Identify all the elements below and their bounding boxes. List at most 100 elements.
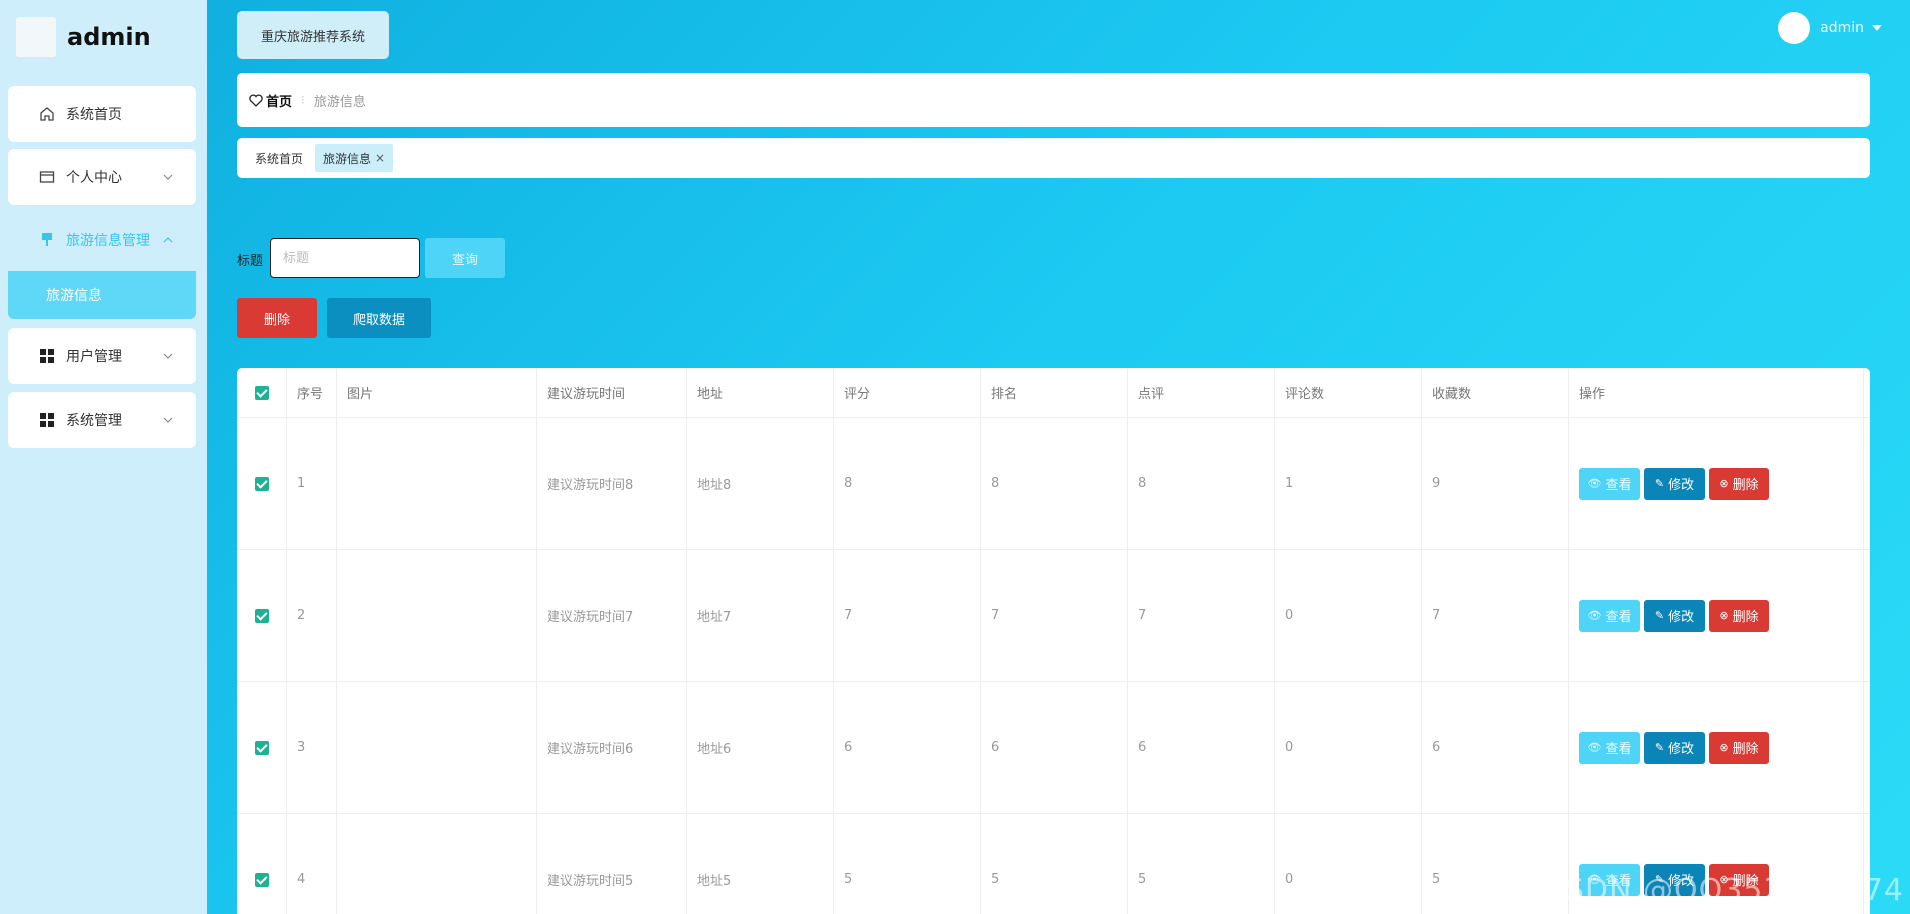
cell-address: 地址7 xyxy=(687,550,834,681)
cell-comments: 1 xyxy=(1275,418,1422,549)
row-delete-button[interactable]: ⊗ 删除 xyxy=(1709,599,1769,632)
cell-address: 地址6 xyxy=(687,682,834,813)
sidebar-item-users[interactable]: 用户管理 xyxy=(8,328,196,384)
sidebar: admin 系统首页 个人中心 旅游信息管理 旅游信息 用户管理 系统管理 xyxy=(0,0,207,914)
pencil-icon: ✎ xyxy=(1654,609,1665,622)
sidebar-item-label: 个人中心 xyxy=(66,170,122,186)
breadcrumb: 首页 ⁝ 旅游信息 xyxy=(237,73,1870,127)
cell-time: 建议游玩时间5 xyxy=(537,814,687,914)
edit-button[interactable]: ✎ 修改 xyxy=(1644,731,1705,764)
view-label: 查看 xyxy=(1605,610,1632,625)
cell-actions: 👁 查看 ✎ 修改 ⊗ 删除 xyxy=(1569,550,1864,681)
sidebar-item-system[interactable]: 系统管理 xyxy=(8,392,196,448)
header-comments: 评论数 xyxy=(1275,368,1422,417)
caret-down-icon[interactable] xyxy=(1872,25,1882,31)
pencil-icon: ✎ xyxy=(1654,741,1665,754)
chevron-down-icon xyxy=(162,414,174,426)
delete-label: 删除 xyxy=(1732,478,1759,493)
cell-comments: 0 xyxy=(1275,550,1422,681)
sidebar-subitem-travel-info[interactable]: 旅游信息 xyxy=(8,271,196,319)
row-select-cell[interactable] xyxy=(237,682,287,813)
system-title-button[interactable]: 重庆旅游推荐系统 xyxy=(237,11,389,59)
edit-button[interactable]: ✎ 修改 xyxy=(1644,599,1705,632)
view-button[interactable]: 👁 查看 xyxy=(1579,467,1640,500)
circle-x-icon: ⊗ xyxy=(1719,477,1729,490)
data-table: 序号 图片 建议游玩时间 地址 评分 排名 点评 评论数 收藏数 操作 1 建议… xyxy=(237,368,1870,914)
view-button[interactable]: 👁 查看 xyxy=(1579,731,1640,764)
row-select-cell[interactable] xyxy=(237,418,287,549)
cell-index: 3 xyxy=(287,682,337,813)
row-delete-button[interactable]: ⊗ 删除 xyxy=(1709,467,1769,500)
chevron-down-icon xyxy=(162,171,174,183)
edit-button[interactable]: ✎ 修改 xyxy=(1644,467,1705,500)
breadcrumb-home[interactable]: 首页 xyxy=(249,91,292,110)
grid-icon xyxy=(38,411,56,429)
user-menu[interactable]: admin xyxy=(1778,12,1882,44)
delete-label: 删除 xyxy=(1732,610,1759,625)
sidebar-item-label: 用户管理 xyxy=(66,349,122,365)
main-content: 重庆旅游推荐系统 admin 首页 ⁝ 旅游信息 系统首页 旅游信息 × 标题 … xyxy=(207,0,1910,914)
search-label: 标题 xyxy=(237,254,264,269)
row-checkbox[interactable] xyxy=(254,740,269,755)
view-label: 查看 xyxy=(1605,478,1632,493)
cell-index: 2 xyxy=(287,550,337,681)
cell-index: 4 xyxy=(287,814,337,914)
edit-label: 修改 xyxy=(1668,742,1695,757)
cell-score: 6 xyxy=(834,682,981,813)
eye-icon: 👁 xyxy=(1587,741,1602,754)
sidebar-item-travel-manage[interactable]: 旅游信息管理 xyxy=(8,209,196,271)
row-checkbox[interactable] xyxy=(254,476,269,491)
crawl-data-button[interactable]: 爬取数据 xyxy=(327,298,431,338)
sidebar-item-personal[interactable]: 个人中心 xyxy=(8,149,196,205)
tag-travel-info[interactable]: 旅游信息 × xyxy=(315,144,394,172)
sidebar-item-label: 系统管理 xyxy=(66,413,122,429)
close-icon[interactable]: × xyxy=(375,151,385,165)
table-row: 2 建议游玩时间7 地址7 7 7 7 0 7 👁 查看 ✎ 修改 ⊗ 删除 xyxy=(237,550,1870,682)
cell-index: 1 xyxy=(287,418,337,549)
watermark: CSDN @QQ353892174 xyxy=(1542,873,1904,908)
cell-score: 5 xyxy=(834,814,981,914)
cell-image xyxy=(337,814,537,914)
query-button[interactable]: 查询 xyxy=(425,238,505,278)
chevron-up-icon xyxy=(162,234,174,246)
edit-label: 修改 xyxy=(1668,478,1695,493)
tag-home[interactable]: 系统首页 xyxy=(255,150,303,167)
select-all-checkbox[interactable] xyxy=(254,385,269,400)
row-select-cell[interactable] xyxy=(237,550,287,681)
row-checkbox[interactable] xyxy=(254,608,269,623)
eye-icon: 👁 xyxy=(1587,609,1602,622)
cell-comments: 0 xyxy=(1275,814,1422,914)
sidebar-item-home[interactable]: 系统首页 xyxy=(8,86,196,142)
cell-favs: 6 xyxy=(1422,682,1569,813)
cell-review: 6 xyxy=(1128,682,1275,813)
row-select-cell[interactable] xyxy=(237,814,287,914)
cell-rank: 6 xyxy=(981,682,1128,813)
cell-time: 建议游玩时间7 xyxy=(537,550,687,681)
cell-time: 建议游玩时间8 xyxy=(537,418,687,549)
avatar[interactable] xyxy=(1778,12,1811,44)
header-index: 序号 xyxy=(287,368,337,417)
select-all-cell[interactable] xyxy=(237,368,287,417)
search-input[interactable] xyxy=(270,238,420,278)
row-checkbox[interactable] xyxy=(254,872,269,887)
delete-button[interactable]: 删除 xyxy=(237,298,317,338)
user-name[interactable]: admin xyxy=(1820,20,1864,36)
table-header: 序号 图片 建议游玩时间 地址 评分 排名 点评 评论数 收藏数 操作 xyxy=(237,368,1870,418)
sidebar-group-travel: 旅游信息管理 旅游信息 xyxy=(8,209,196,319)
cell-image xyxy=(337,418,537,549)
cell-rank: 7 xyxy=(981,550,1128,681)
row-delete-button[interactable]: ⊗ 删除 xyxy=(1709,731,1769,764)
tags-bar: 系统首页 旅游信息 × xyxy=(237,138,1870,178)
edit-label: 修改 xyxy=(1668,610,1695,625)
header-address: 地址 xyxy=(687,368,834,417)
header-time: 建议游玩时间 xyxy=(537,368,687,417)
cell-image xyxy=(337,682,537,813)
cell-comments: 0 xyxy=(1275,682,1422,813)
home-icon xyxy=(38,105,56,123)
table-row: 3 建议游玩时间6 地址6 6 6 6 0 6 👁 查看 ✎ 修改 ⊗ 删除 xyxy=(237,682,1870,814)
wallet-icon xyxy=(38,168,56,186)
cell-review: 5 xyxy=(1128,814,1275,914)
header-review: 点评 xyxy=(1128,368,1275,417)
header-favs: 收藏数 xyxy=(1422,368,1569,417)
view-button[interactable]: 👁 查看 xyxy=(1579,599,1640,632)
